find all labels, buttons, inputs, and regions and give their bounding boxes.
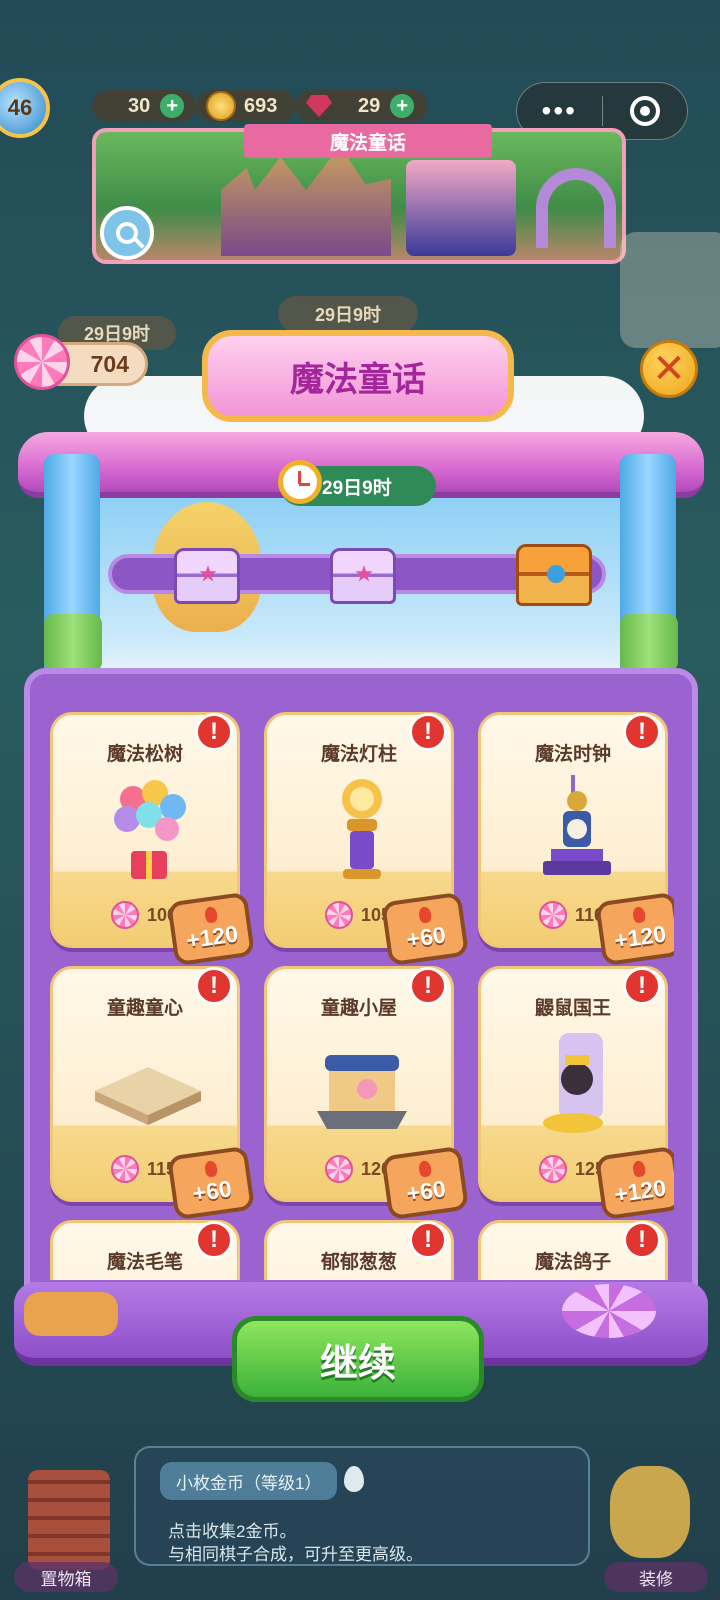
item-card[interactable]: 魔法毛笔 ! xyxy=(50,1220,240,1280)
lamp-post-icon xyxy=(342,779,382,879)
energy-plus-button[interactable]: + xyxy=(160,94,185,118)
decorate-button[interactable]: 装修 xyxy=(604,1562,708,1592)
alert-icon: ! xyxy=(195,713,233,751)
item-card[interactable]: 魔法鸽子 ! xyxy=(478,1220,668,1280)
item-card[interactable]: 魔法松树 ! 100 +120 xyxy=(50,712,256,967)
mole-king-icon xyxy=(543,1033,603,1133)
alert-icon: ! xyxy=(409,713,447,751)
alert-icon: ! xyxy=(409,1221,447,1259)
reward-chest-1[interactable] xyxy=(174,548,240,604)
item-price: 120 xyxy=(325,1155,391,1183)
gem-counter[interactable]: 29 + xyxy=(296,90,428,122)
coin-icon xyxy=(206,91,236,121)
lollipop-icon xyxy=(325,1155,353,1183)
lollipop-icon xyxy=(539,1155,567,1183)
magnifier-icon xyxy=(116,222,138,244)
item-grid: 魔法松树 ! 100 +120 魔法灯柱 ! 105 +60 魔法时钟 ! 11… xyxy=(50,712,674,1280)
left-pillar-base xyxy=(44,614,102,672)
lollipop-icon xyxy=(111,901,139,929)
exit-button[interactable] xyxy=(603,96,688,126)
reward-tag: +120 xyxy=(594,891,674,967)
rubber-duck-icon[interactable] xyxy=(610,1466,690,1558)
toy-plane-decoration xyxy=(24,1292,118,1336)
reward-chest-2[interactable] xyxy=(330,548,396,604)
clock-icon xyxy=(278,460,322,504)
reward-tag: +120 xyxy=(594,1145,674,1221)
alert-icon: ! xyxy=(623,1221,661,1259)
modal-title: 魔法童话 xyxy=(202,330,514,422)
continue-button[interactable]: 继续 xyxy=(232,1316,484,1402)
reward-chest-final[interactable] xyxy=(516,544,592,606)
lollipop-icon xyxy=(111,1155,139,1183)
item-price: 110 xyxy=(539,901,604,929)
item-card[interactable]: 郁郁葱葱 ! xyxy=(264,1220,454,1280)
lollipop-icon xyxy=(325,901,353,929)
gem-icon xyxy=(306,95,332,117)
balloon-gift-icon xyxy=(114,780,186,879)
storage-crate-icon[interactable] xyxy=(28,1470,110,1570)
castle-illustration xyxy=(221,146,391,256)
star-icon xyxy=(199,565,217,582)
clock-tower-icon xyxy=(543,775,611,875)
theme-shop-modal: 魔法童话 ✕ 29日9时 魔法松树 ! 100 +120 魔法灯柱 ! 105 … xyxy=(14,322,708,1432)
item-card[interactable]: 童趣童心 ! 115 +60 xyxy=(50,966,256,1221)
alert-icon: ! xyxy=(195,1221,233,1259)
alert-icon: ! xyxy=(195,967,233,1005)
alert-icon: ! xyxy=(409,967,447,1005)
floor-tile-icon xyxy=(95,1067,201,1125)
star-icon xyxy=(355,565,373,582)
item-price: 105 xyxy=(325,901,391,929)
more-menu-button[interactable]: ••• xyxy=(517,95,602,127)
item-card[interactable]: 童趣小屋 ! 120 +60 xyxy=(264,966,470,1221)
arch-illustration xyxy=(536,168,616,248)
alert-icon: ! xyxy=(623,967,661,1005)
cottage-icon xyxy=(317,1055,407,1129)
shop-illustration xyxy=(406,160,516,256)
item-price: 125 xyxy=(539,1155,605,1183)
item-info-description: 点击收集2金币。 与相同棋子合成，可升至更高级。 xyxy=(168,1520,423,1566)
reward-tag: +60 xyxy=(166,1145,256,1221)
gem-plus-button[interactable]: + xyxy=(390,94,415,118)
item-card[interactable]: 魔法时钟 ! 110 +120 xyxy=(478,712,674,967)
storage-button[interactable]: 置物箱 xyxy=(14,1562,118,1592)
preview-zoom-button[interactable] xyxy=(100,206,154,260)
lollipop-icon xyxy=(14,334,70,390)
item-info-title: 小枚金币（等级1） xyxy=(160,1462,338,1500)
reward-tag: +60 xyxy=(380,1145,470,1221)
coin-value: 693 xyxy=(244,94,278,117)
target-icon xyxy=(629,96,660,126)
banner-title: 魔法童话 xyxy=(244,124,492,158)
item-card[interactable]: 鼹鼠国王 ! 125 +120 xyxy=(478,966,674,1221)
close-button[interactable]: ✕ xyxy=(640,340,698,398)
right-pillar-base xyxy=(620,614,678,672)
item-info-line-1: 点击收集2金币。 xyxy=(168,1522,297,1541)
lollipop-icon xyxy=(539,901,567,929)
reward-tag: +120 xyxy=(166,891,256,967)
drop-icon xyxy=(344,1466,364,1492)
item-price: 115 xyxy=(111,1155,176,1183)
energy-value: 30 xyxy=(128,94,151,117)
item-info-line-2: 与相同棋子合成，可升至更高级。 xyxy=(168,1545,423,1564)
reward-tag: +60 xyxy=(380,891,470,967)
alert-icon: ! xyxy=(623,713,661,751)
coin-counter[interactable]: 693 xyxy=(196,90,296,122)
lollipop-decoration xyxy=(562,1284,656,1338)
energy-counter[interactable]: 30 + xyxy=(92,90,196,122)
gem-icon xyxy=(547,565,565,583)
level-badge[interactable]: 46 xyxy=(0,78,50,138)
item-card[interactable]: 魔法灯柱 ! 105 +60 xyxy=(264,712,470,967)
gem-value: 29 xyxy=(358,94,381,117)
item-price: 100 xyxy=(111,901,177,929)
